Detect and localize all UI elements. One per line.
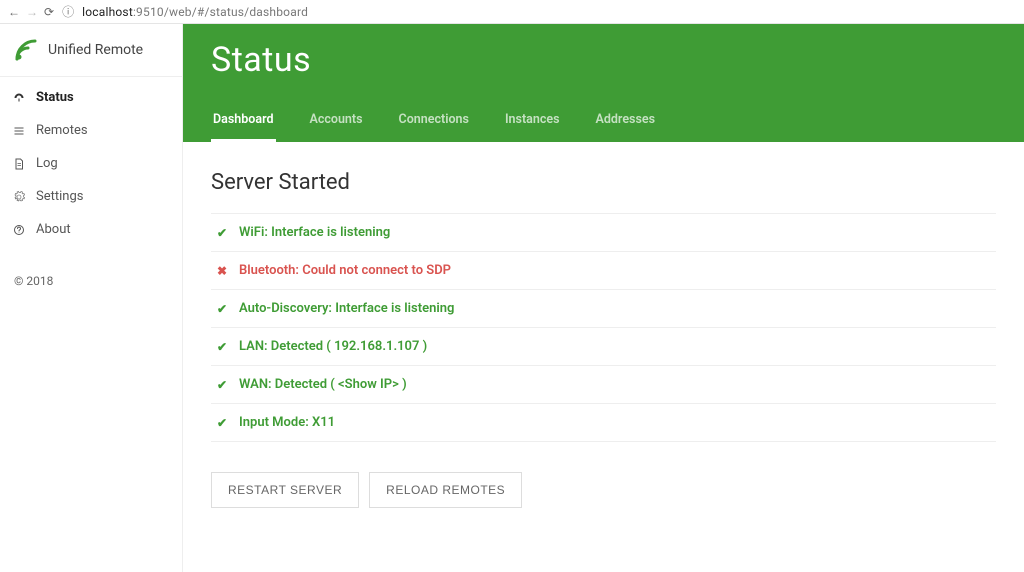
check-icon: ✔ [215,340,229,354]
tab-accounts[interactable]: Accounts [308,102,365,142]
sidebar-item-label: Status [36,90,74,105]
sidebar-footer: © 2018 [0,264,182,298]
status-list: ✔ WiFi: Interface is listening ✖ Bluetoo… [211,213,996,442]
file-icon [12,158,26,170]
url-port: :9510 [133,5,164,19]
sidebar-nav: Status Remotes Log Settings [0,77,182,246]
list-icon [12,125,26,137]
url-path: /web/#/status/dashboard [164,5,308,19]
brand-logo-icon [14,38,38,62]
section-title: Server Started [211,170,996,195]
header-tabs: Dashboard Accounts Connections Instances… [211,102,996,142]
gear-icon [12,191,26,203]
restart-server-button[interactable]: RESTART SERVER [211,472,359,508]
action-buttons: RESTART SERVER RELOAD REMOTES [211,472,996,508]
question-icon [12,224,26,236]
check-icon: ✔ [215,378,229,392]
sidebar-item-label: Remotes [36,123,88,138]
status-item-input-mode: ✔ Input Mode: X11 [211,404,996,442]
forward-icon[interactable]: → [26,5,38,19]
browser-address-bar: ← → ⟳ ⓘ localhost:9510/web/#/status/dash… [0,0,1024,24]
tab-dashboard[interactable]: Dashboard [211,102,276,142]
tab-instances[interactable]: Instances [503,102,562,142]
status-text: Input Mode: X11 [239,415,335,430]
sidebar-item-log[interactable]: Log [0,147,182,180]
status-item-bluetooth: ✖ Bluetooth: Could not connect to SDP [211,252,996,290]
back-icon[interactable]: ← [8,5,20,19]
app-root: Unified Remote Status Remotes Log [0,24,1024,572]
browser-nav-icons: ← → ⟳ [8,5,54,19]
url-host: localhost [82,5,133,19]
reload-remotes-button[interactable]: RELOAD REMOTES [369,472,522,508]
sidebar-item-about[interactable]: About [0,213,182,246]
content: Server Started ✔ WiFi: Interface is list… [183,142,1024,548]
info-icon[interactable]: ⓘ [62,3,74,20]
status-item-wan: ✔ WAN: Detected ( <Show IP> ) [211,366,996,404]
sidebar-item-status[interactable]: Status [0,81,182,114]
sidebar-item-settings[interactable]: Settings [0,180,182,213]
sidebar-item-label: Settings [36,189,83,204]
sidebar-item-label: Log [36,156,58,171]
dashboard-icon [12,92,26,104]
brand-title: Unified Remote [48,42,143,58]
check-icon: ✔ [215,416,229,430]
url-text[interactable]: localhost:9510/web/#/status/dashboard [82,5,308,19]
status-text: WiFi: Interface is listening [239,225,390,240]
status-item-wifi: ✔ WiFi: Interface is listening [211,214,996,252]
page-header: Status Dashboard Accounts Connections In… [183,24,1024,142]
sidebar: Unified Remote Status Remotes Log [0,24,183,572]
brand: Unified Remote [0,24,182,77]
status-item-autodiscovery: ✔ Auto-Discovery: Interface is listening [211,290,996,328]
cross-icon: ✖ [215,264,229,278]
check-icon: ✔ [215,226,229,240]
status-text: Auto-Discovery: Interface is listening [239,301,454,316]
reload-icon[interactable]: ⟳ [44,5,54,19]
status-text: WAN: Detected ( <Show IP> ) [239,377,407,392]
status-item-lan: ✔ LAN: Detected ( 192.168.1.107 ) [211,328,996,366]
main: Status Dashboard Accounts Connections In… [183,24,1024,572]
sidebar-item-remotes[interactable]: Remotes [0,114,182,147]
status-text: Bluetooth: Could not connect to SDP [239,263,451,278]
tab-addresses[interactable]: Addresses [594,102,658,142]
page-title: Status [211,40,996,102]
sidebar-item-label: About [36,222,71,237]
tab-connections[interactable]: Connections [397,102,471,142]
status-text: LAN: Detected ( 192.168.1.107 ) [239,339,427,354]
check-icon: ✔ [215,302,229,316]
